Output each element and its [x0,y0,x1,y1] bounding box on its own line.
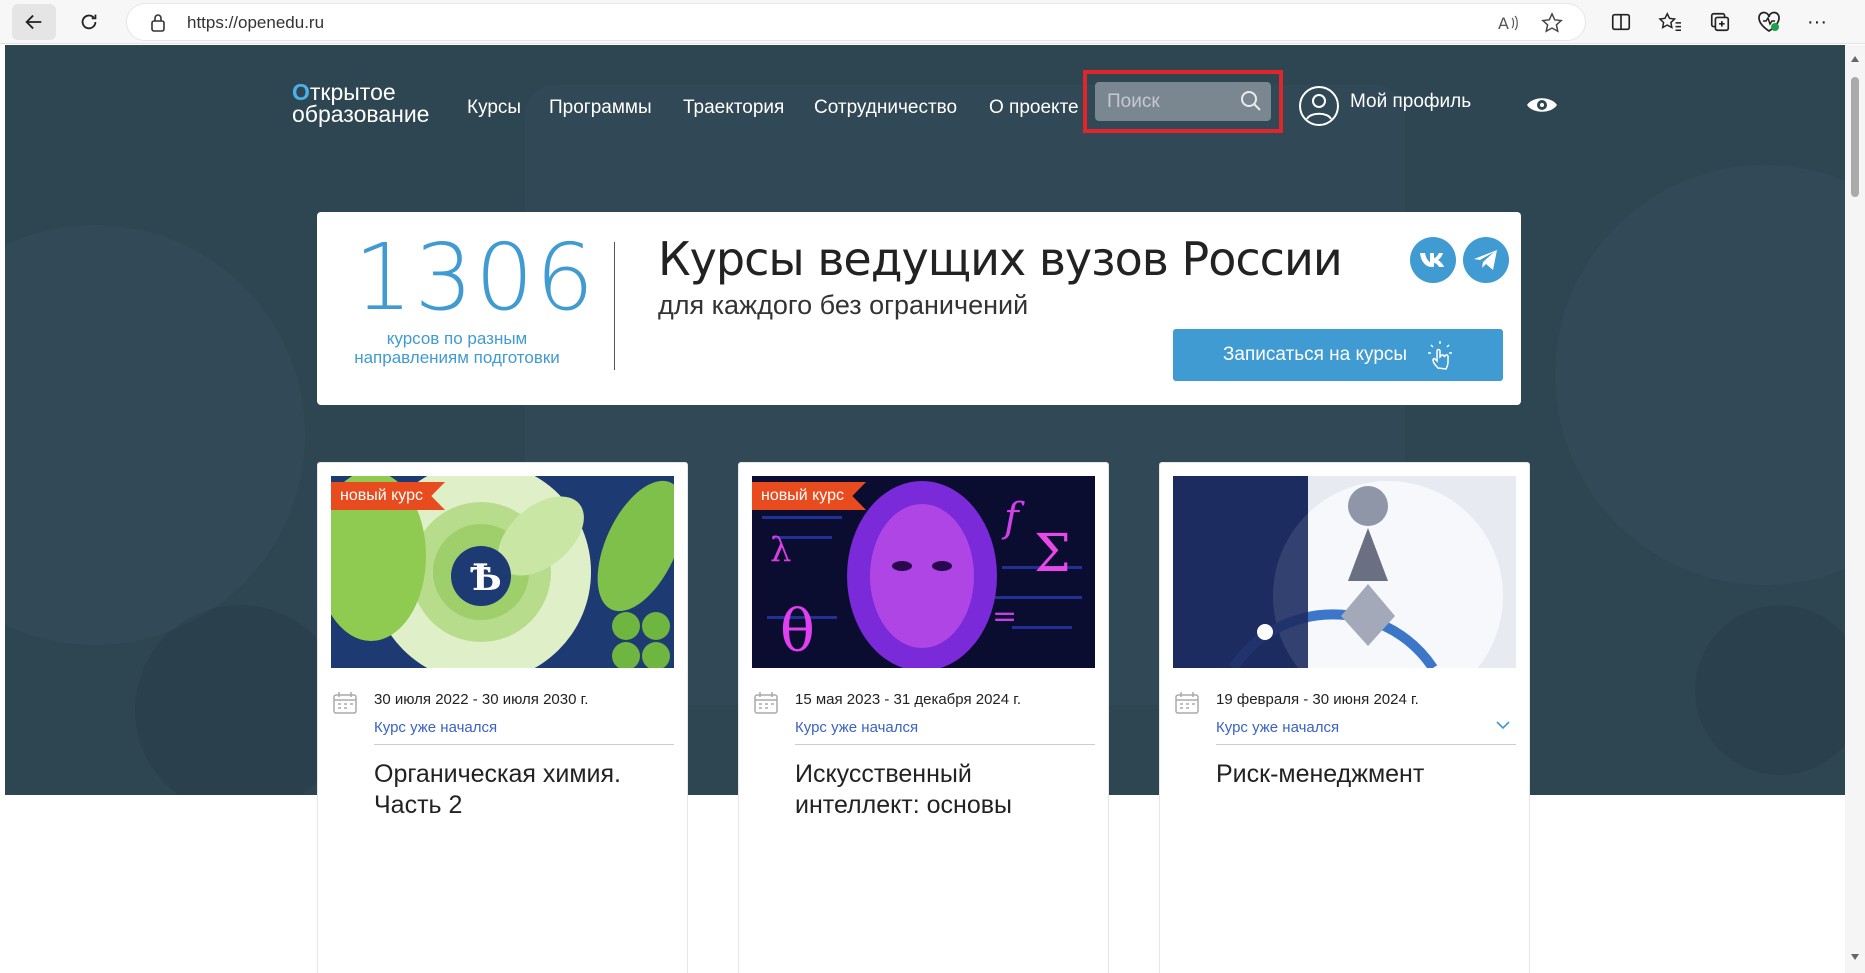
course-status: Курс уже начался [374,719,498,736]
back-button[interactable] [12,4,56,40]
page: Открытое образование Курсы Программы Тра… [5,45,1845,973]
profile-link[interactable]: Мой профиль [1298,85,1471,127]
calendar-icon [1175,692,1199,714]
url-text: https://openedu.ru [187,13,325,32]
nav-courses[interactable]: Курсы [467,97,521,119]
lock-icon [151,14,165,32]
browser-toolbar: https://openedu.ru A ··· [0,0,1865,44]
card-divider [1216,744,1516,745]
refresh-button[interactable] [67,4,111,40]
svg-text:Ѣ: Ѣ [470,557,502,599]
course-title[interactable]: Органическая химия. Часть 2 [374,759,664,821]
search-icon[interactable] [1239,89,1263,113]
nav-trajectory[interactable]: Траектория [683,97,784,119]
telegram-icon[interactable] [1463,237,1509,283]
svg-text:λ: λ [770,530,792,570]
scroll-up-icon[interactable] [1850,55,1860,63]
course-card[interactable]: Ѣ новый курс 30 июля 2022 - 30 июля 2030… [317,462,688,973]
banner-subtitle: для каждого без ограничений [658,290,1029,320]
course-dates: 15 мая 2023 - 31 декабря 2024 г. [795,691,1022,708]
course-count: 1306 [354,224,597,331]
course-image: λ θ f Σ = новый курс [752,476,1095,668]
logo-line2: образование [292,101,430,127]
course-dates: 30 июля 2022 - 30 июля 2030 г. [374,691,589,708]
refresh-icon [81,14,97,30]
svg-text:Σ: Σ [1034,524,1071,584]
user-avatar-icon [1299,86,1339,126]
favorites-icon[interactable] [1656,8,1684,36]
nav-about[interactable]: О проекте [989,97,1079,119]
nav-cooperation[interactable]: Сотрудничество [814,97,957,119]
new-course-tag: новый курс [331,482,446,510]
banner-title: Курсы ведущих вузов России [658,232,1343,286]
calendar-icon [754,692,778,714]
chevron-down-icon[interactable] [1496,720,1510,730]
new-course-tag: новый курс [752,482,867,510]
card-divider [374,744,674,745]
svg-text:=: = [992,599,1017,634]
calendar-icon [333,692,357,714]
browser-essentials-icon[interactable] [1755,8,1783,36]
course-card[interactable]: λ θ f Σ = новый курс 15 мая 2023 - 31 де… [738,462,1109,973]
svg-text:θ: θ [780,597,815,665]
course-title[interactable]: Риск-менеджмент [1216,759,1506,790]
caption-line2: направлениям подготовки [354,348,560,367]
nav-programs[interactable]: Программы [549,97,652,119]
divider [614,242,615,370]
read-aloud-icon[interactable]: A [1497,13,1519,33]
enroll-button[interactable]: Записаться на курсы [1173,329,1503,381]
accessibility-eye-icon[interactable] [1525,95,1559,115]
scrollbar-thumb[interactable] [1851,77,1859,197]
back-arrow-icon [25,14,42,30]
favorite-star-icon[interactable] [1541,12,1563,34]
split-screen-icon[interactable] [1607,8,1635,36]
collections-icon[interactable] [1706,8,1734,36]
course-image: Ѣ новый курс [331,476,674,668]
course-status: Курс уже начался [1216,719,1340,736]
vk-icon[interactable] [1410,237,1456,283]
address-bar[interactable]: https://openedu.ru A [126,3,1586,41]
course-count-caption: курсов по разным направлениям подготовки [339,329,575,367]
promo-banner: 1306 курсов по разным направлениям подго… [317,212,1521,405]
course-image [1173,476,1516,668]
course-status: Курс уже начался [795,719,919,736]
svg-text:A: A [1498,14,1509,33]
more-options-icon[interactable]: ··· [1803,8,1831,36]
scroll-down-icon[interactable] [1850,953,1860,961]
page-scrollbar[interactable] [1845,45,1865,973]
profile-label: Мой профиль [1350,91,1472,112]
enroll-label: Записаться на курсы [1222,344,1408,365]
course-card[interactable]: 19 февраля - 30 июня 2024 г. Курс уже на… [1159,462,1530,973]
site-logo[interactable]: Открытое образование [292,81,430,127]
card-divider [795,744,1095,745]
course-title[interactable]: Искусственный интеллект: основы [795,759,1085,821]
search-highlight [1083,70,1283,133]
caption-line1: курсов по разным [386,329,528,348]
course-dates: 19 февраля - 30 июня 2024 г. [1216,691,1419,708]
click-hand-icon [1428,341,1453,370]
